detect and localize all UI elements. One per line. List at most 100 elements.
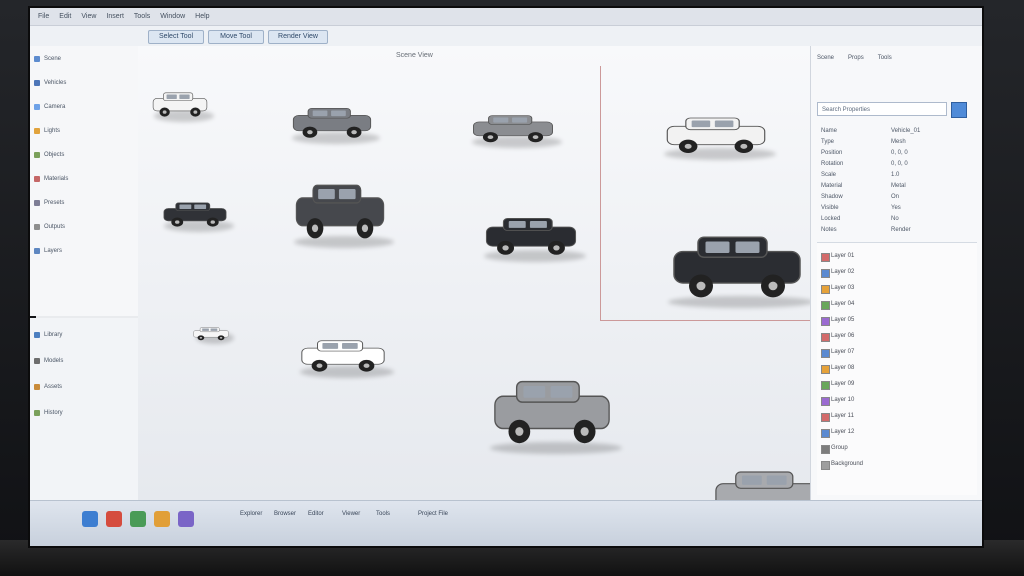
menu-bar: File Edit View Insert Tools Window Help xyxy=(30,8,982,26)
scene-canvas[interactable]: Scene View xyxy=(138,46,833,530)
property-row[interactable]: Material Metal xyxy=(821,183,973,191)
layer-color-swatch xyxy=(821,461,830,470)
layer-item[interactable]: Layer 12 xyxy=(821,429,854,438)
car-van-silver[interactable] xyxy=(484,364,620,452)
property-name: Locked xyxy=(821,216,841,222)
layer-color-swatch xyxy=(821,381,830,390)
layer-label: Layer 02 xyxy=(831,269,855,275)
property-row[interactable]: Visible Yes xyxy=(821,205,973,213)
taskbar-item-icon[interactable] xyxy=(106,511,122,527)
tree-item-label[interactable]: Materials xyxy=(44,176,68,184)
asset-item-label[interactable]: Assets xyxy=(44,384,62,392)
layer-color-swatch xyxy=(821,365,830,374)
layer-color-swatch xyxy=(821,333,830,342)
properties-search-input[interactable]: Search Properties xyxy=(817,102,947,116)
menu-item-window[interactable]: Window xyxy=(160,13,185,20)
tree-item-label[interactable]: Scene xyxy=(44,56,61,64)
property-value[interactable]: 0, 0, 0 xyxy=(891,161,908,167)
layer-item[interactable]: Layer 03 xyxy=(821,285,854,294)
tool-move-button[interactable]: Move Tool xyxy=(208,30,264,44)
property-name: Visible xyxy=(821,205,839,211)
menu-item-view[interactable]: View xyxy=(81,13,96,20)
car-suv-dark[interactable] xyxy=(288,170,392,246)
property-value[interactable]: 1.0 xyxy=(891,172,899,178)
taskbar-center-label: Project File xyxy=(418,511,449,517)
property-row[interactable]: Locked No xyxy=(821,216,973,224)
layer-item[interactable]: Layer 10 xyxy=(821,397,855,406)
property-value[interactable]: Mesh xyxy=(891,139,906,145)
search-go-button[interactable] xyxy=(951,102,967,118)
tree-item-label[interactable]: Outputs xyxy=(44,224,65,232)
asset-item-label[interactable]: History xyxy=(44,410,63,418)
taskbar-item-icon[interactable] xyxy=(130,511,146,527)
property-row[interactable]: Shadow On xyxy=(821,194,973,202)
layer-item[interactable]: Layer 04 xyxy=(821,301,855,310)
car-pickup-silver[interactable] xyxy=(466,108,560,146)
car-sedan-black[interactable] xyxy=(158,196,232,230)
asset-panel: Library Models Assets History xyxy=(30,318,139,500)
property-value[interactable]: Render xyxy=(891,227,911,233)
car-mini-white[interactable] xyxy=(190,324,232,342)
layer-item[interactable]: Layer 11 xyxy=(821,413,854,422)
layer-item[interactable]: Layer 09 xyxy=(821,381,854,390)
property-value[interactable]: 0, 0, 0 xyxy=(891,150,908,156)
layer-color-swatch xyxy=(821,253,830,262)
taskbar-item-label: Editor xyxy=(308,511,324,517)
property-row[interactable]: Type Mesh xyxy=(821,139,973,147)
property-name: Scale xyxy=(821,172,837,178)
car-suv-white[interactable] xyxy=(148,86,212,120)
tree-item-label[interactable]: Vehicles xyxy=(44,80,66,88)
tool-render-button[interactable]: Render View xyxy=(268,30,328,44)
tree-item-label[interactable]: Camera xyxy=(44,104,65,112)
layer-item[interactable]: Layer 01 xyxy=(821,253,854,262)
tab-tools[interactable]: Tools xyxy=(878,55,892,61)
property-value[interactable]: No xyxy=(891,216,899,222)
asset-item-label[interactable]: Library xyxy=(44,332,62,340)
tab-scene[interactable]: Scene xyxy=(817,55,834,61)
menu-item-edit[interactable]: Edit xyxy=(59,13,71,20)
car-muscle-black[interactable] xyxy=(478,208,584,260)
taskbar-item-label: Browser xyxy=(274,511,297,517)
tree-item-label[interactable]: Layers xyxy=(44,248,62,256)
taskbar: Project File Explorer Browser Editor Viewer… xyxy=(30,500,982,546)
asset-item-label[interactable]: Models xyxy=(44,358,63,366)
car-wagon-gray[interactable] xyxy=(286,100,378,142)
menu-item-insert[interactable]: Insert xyxy=(106,13,124,20)
property-row[interactable]: Scale 1.0 xyxy=(821,172,973,180)
property-row[interactable]: Position 0, 0, 0 xyxy=(821,150,973,158)
taskbar-item-icon[interactable] xyxy=(154,511,170,527)
tab-props[interactable]: Props xyxy=(848,55,864,61)
taskbar-item-icon[interactable] xyxy=(82,511,98,527)
car-pickup-black[interactable] xyxy=(662,220,812,306)
property-row[interactable]: Name Vehicle_01 xyxy=(821,128,973,136)
menu-item-tools[interactable]: Tools xyxy=(134,13,150,20)
asset-item-icon xyxy=(34,410,40,416)
layer-item[interactable]: Layer 06 xyxy=(821,333,854,342)
layer-label: Layer 04 xyxy=(831,301,855,307)
layer-item[interactable]: Background xyxy=(821,461,863,470)
layer-item[interactable]: Group xyxy=(821,445,848,454)
layer-color-swatch xyxy=(821,397,830,406)
tree-item-label[interactable]: Presets xyxy=(44,200,64,208)
layer-item[interactable]: Layer 07 xyxy=(821,349,854,358)
layer-list: Layer 01 Layer 02 Layer 03 Layer 04 Layer 05… xyxy=(817,242,977,495)
car-suv-small-white[interactable] xyxy=(294,332,392,376)
property-value[interactable]: Vehicle_01 xyxy=(891,128,920,134)
layer-item[interactable]: Layer 02 xyxy=(821,269,855,278)
taskbar-item-icon[interactable] xyxy=(178,511,194,527)
layer-label: Layer 10 xyxy=(831,397,855,403)
tree-item-label[interactable]: Lights xyxy=(44,128,60,136)
right-panel-tabs: Scene Props Tools xyxy=(817,52,977,64)
property-value[interactable]: Metal xyxy=(891,183,906,189)
layer-item[interactable]: Layer 08 xyxy=(821,365,854,374)
menu-item-file[interactable]: File xyxy=(38,13,49,20)
property-value[interactable]: Yes xyxy=(891,205,901,211)
layer-item[interactable]: Layer 05 xyxy=(821,317,854,326)
property-value[interactable]: On xyxy=(891,194,899,200)
car-pickup-white[interactable] xyxy=(658,108,774,158)
property-row[interactable]: Rotation 0, 0, 0 xyxy=(821,161,973,169)
tool-select-button[interactable]: Select Tool xyxy=(148,30,204,44)
tree-item-label[interactable]: Objects xyxy=(44,152,64,160)
property-row[interactable]: Notes Render xyxy=(821,227,973,235)
menu-item-help[interactable]: Help xyxy=(195,13,209,20)
